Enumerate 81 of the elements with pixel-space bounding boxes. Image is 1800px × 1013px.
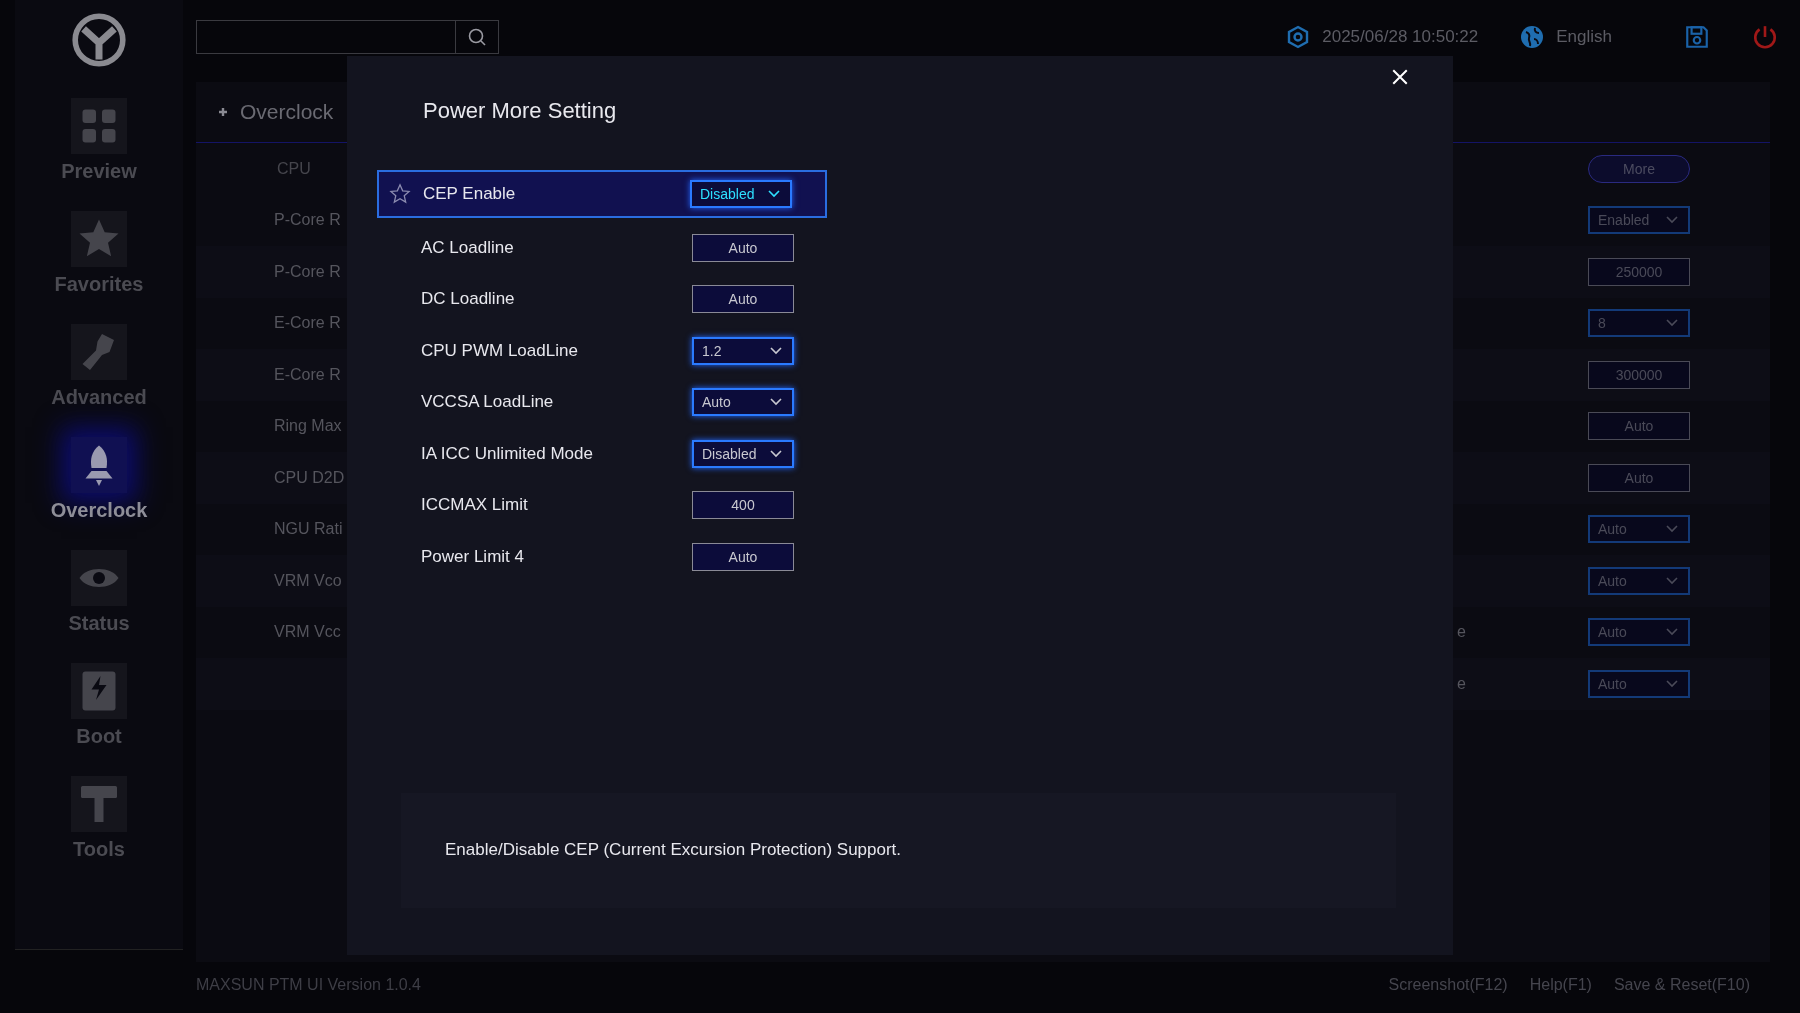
search-field[interactable] bbox=[196, 20, 499, 54]
search-icon bbox=[467, 27, 487, 47]
dropdown[interactable]: Disabled bbox=[692, 439, 794, 468]
nav-item[interactable]: Favorites bbox=[54, 211, 144, 296]
dialog-title: Power More Setting bbox=[423, 98, 617, 124]
setting-label: e bbox=[1457, 674, 1466, 693]
setting-label: Power Limit 4 bbox=[421, 546, 525, 567]
nav-item[interactable]: Overclock bbox=[50, 437, 148, 522]
setting-label: E-Core R bbox=[274, 365, 342, 384]
setting-label: P-Core R bbox=[274, 211, 342, 230]
version-text: MAXSUN PTM UI Version 1.0.4 bbox=[196, 976, 421, 994]
star-icon[interactable] bbox=[389, 183, 411, 205]
setting-label: CEP Enable bbox=[423, 184, 517, 204]
setting-label: CPU D2D bbox=[274, 468, 346, 487]
globe-icon bbox=[1520, 25, 1545, 49]
description-text: Enable/Disable CEP (Current Excursion Protection) Support. bbox=[445, 840, 902, 860]
nav-item[interactable]: Preview bbox=[61, 98, 137, 183]
setting-label: VRM Vco bbox=[274, 571, 343, 590]
language-button[interactable]: English bbox=[1520, 25, 1642, 49]
chevron-icon bbox=[770, 398, 782, 407]
nav-item[interactable]: Status bbox=[68, 550, 130, 635]
dropdown[interactable]: Enabled bbox=[1588, 206, 1690, 235]
setting-label: ICCMAX Limit bbox=[421, 495, 529, 516]
setting-label: P-Core R bbox=[274, 262, 342, 281]
setting-label: Ring Max bbox=[274, 417, 343, 436]
plus-icon bbox=[218, 107, 228, 117]
hexagon-icon bbox=[1286, 25, 1311, 49]
input-field[interactable]: 400 bbox=[692, 491, 794, 520]
grid-icon bbox=[71, 98, 127, 154]
nav-item[interactable]: Tools bbox=[71, 776, 127, 861]
chevron-icon bbox=[1666, 628, 1678, 637]
date-time: 2025/06/28 10:50:22 bbox=[1322, 27, 1479, 47]
dropdown[interactable]: Auto bbox=[692, 388, 794, 417]
dropdown[interactable]: Auto bbox=[1588, 618, 1690, 647]
dropdown[interactable]: Auto bbox=[1588, 669, 1690, 698]
footer-link[interactable]: Help(F1) bbox=[1529, 976, 1592, 994]
input-field[interactable]: Auto bbox=[1588, 463, 1690, 492]
setting-label: VCCSA LoadLine bbox=[421, 392, 555, 413]
dropdown[interactable]: 8 bbox=[1588, 309, 1690, 338]
selected-row[interactable]: CEP Enable Disabled bbox=[377, 170, 827, 218]
dropdown[interactable]: Auto bbox=[1588, 515, 1690, 544]
page-title: Overclock bbox=[240, 100, 334, 124]
footer-link[interactable]: Screenshot(F12) bbox=[1388, 976, 1508, 994]
hammer-icon bbox=[71, 776, 127, 832]
input-field[interactable]: 250000 bbox=[1588, 257, 1690, 286]
dropdown[interactable]: Auto bbox=[1588, 566, 1690, 595]
chevron-icon bbox=[770, 449, 782, 458]
setting-label: IA ICC Unlimited Mode bbox=[421, 443, 594, 464]
setting-label: NGU Rati bbox=[274, 520, 344, 539]
setting-label: CPU PWM LoadLine bbox=[421, 340, 579, 361]
eye-icon bbox=[71, 550, 127, 606]
dropdown[interactable]: 1.2 bbox=[692, 336, 794, 365]
input-field[interactable]: Auto bbox=[692, 285, 794, 314]
input-field[interactable]: Auto bbox=[1588, 412, 1690, 441]
setting-label: DC Loadline bbox=[421, 289, 516, 310]
more-button[interactable]: More bbox=[1588, 154, 1690, 183]
chevron-icon bbox=[1666, 679, 1678, 688]
power-icon[interactable] bbox=[1752, 24, 1778, 50]
close-icon bbox=[1391, 68, 1409, 86]
input-field[interactable]: Auto bbox=[692, 233, 794, 262]
rocket-icon bbox=[71, 437, 127, 493]
chevron-icon bbox=[1666, 216, 1678, 225]
section-label: CPU bbox=[276, 159, 312, 178]
logo-icon bbox=[71, 12, 127, 68]
chevron-icon bbox=[1666, 576, 1678, 585]
chevron-icon bbox=[770, 346, 782, 355]
ssd-icon bbox=[71, 663, 127, 719]
chevron-icon bbox=[768, 190, 780, 198]
setting-label: AC Loadline bbox=[421, 237, 515, 258]
nav-item[interactable]: Boot bbox=[71, 663, 127, 748]
save-icon[interactable] bbox=[1684, 24, 1710, 50]
footer-link[interactable]: Save & Reset(F10) bbox=[1613, 976, 1750, 994]
dropdown[interactable]: Disabled bbox=[690, 180, 792, 208]
chevron-icon bbox=[1666, 319, 1678, 328]
setting-label: e bbox=[1457, 623, 1466, 642]
input-field[interactable]: 300000 bbox=[1588, 360, 1690, 389]
input-field[interactable]: Auto bbox=[692, 542, 794, 571]
chevron-icon bbox=[1666, 525, 1678, 534]
setting-label: E-Core R bbox=[274, 314, 342, 333]
nav-item[interactable]: Advanced bbox=[51, 324, 147, 409]
setting-label: VRM Vcc bbox=[274, 623, 342, 642]
